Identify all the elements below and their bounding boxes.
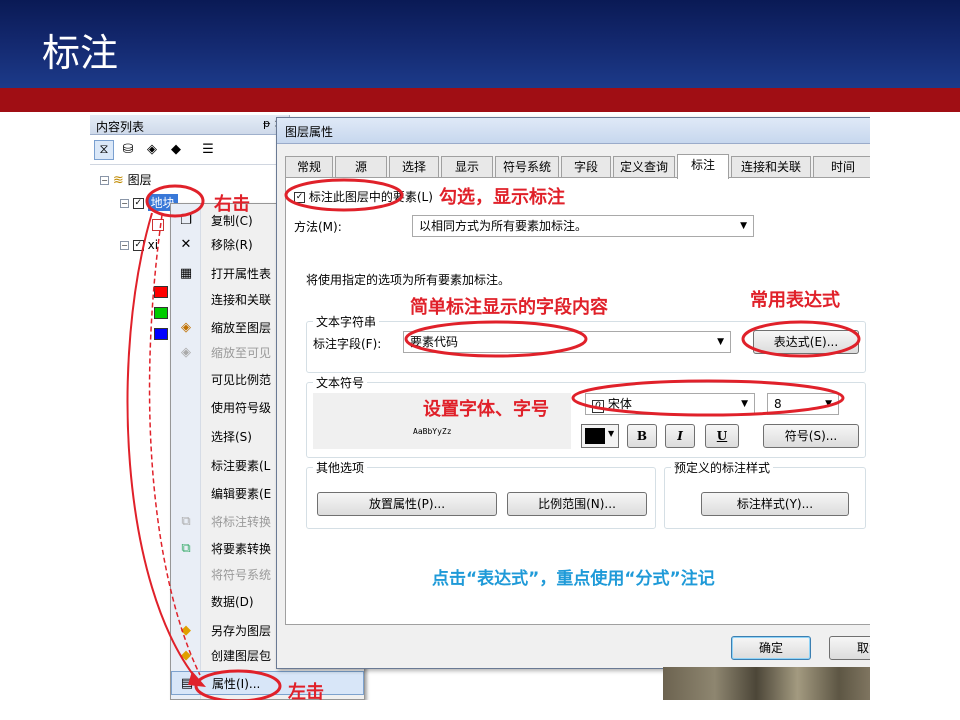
highlight-ellipse-label-field <box>404 320 588 358</box>
slide-red-band <box>0 88 960 112</box>
annotation-left-click: 左击 <box>288 682 324 700</box>
tab-labels[interactable]: 标注 <box>677 154 729 179</box>
slide-title: 标注 <box>42 31 119 75</box>
highlight-ellipse-properties <box>194 669 282 700</box>
highlight-ellipse-expression <box>741 320 861 358</box>
slide-header <box>0 0 960 92</box>
annotation-common-expression: 常用表达式 <box>750 290 840 311</box>
arrow-curve-outer <box>126 212 199 682</box>
annotation-field-note: 简单标注显示的字段内容 <box>410 297 608 318</box>
screenshot-area: 内容列表 ᵽ × ⧖ ⛁ ◈ ◆ ☰ − ≋ 图层 − ✓ 地块 − ✓ xi <box>90 115 870 700</box>
highlight-ellipse-layer <box>145 184 205 218</box>
highlight-ellipse-font <box>571 379 845 417</box>
annotation-right-click: 右击 <box>214 194 250 215</box>
annotation-font-note: 设置字体、字号 <box>423 399 549 420</box>
highlight-ellipse-checkbox <box>284 178 404 212</box>
annotation-check-show: 勾选，显示标注 <box>439 187 565 208</box>
annotation-bottom-note: 点击“表达式”，重点使用“分式”注记 <box>432 569 715 589</box>
